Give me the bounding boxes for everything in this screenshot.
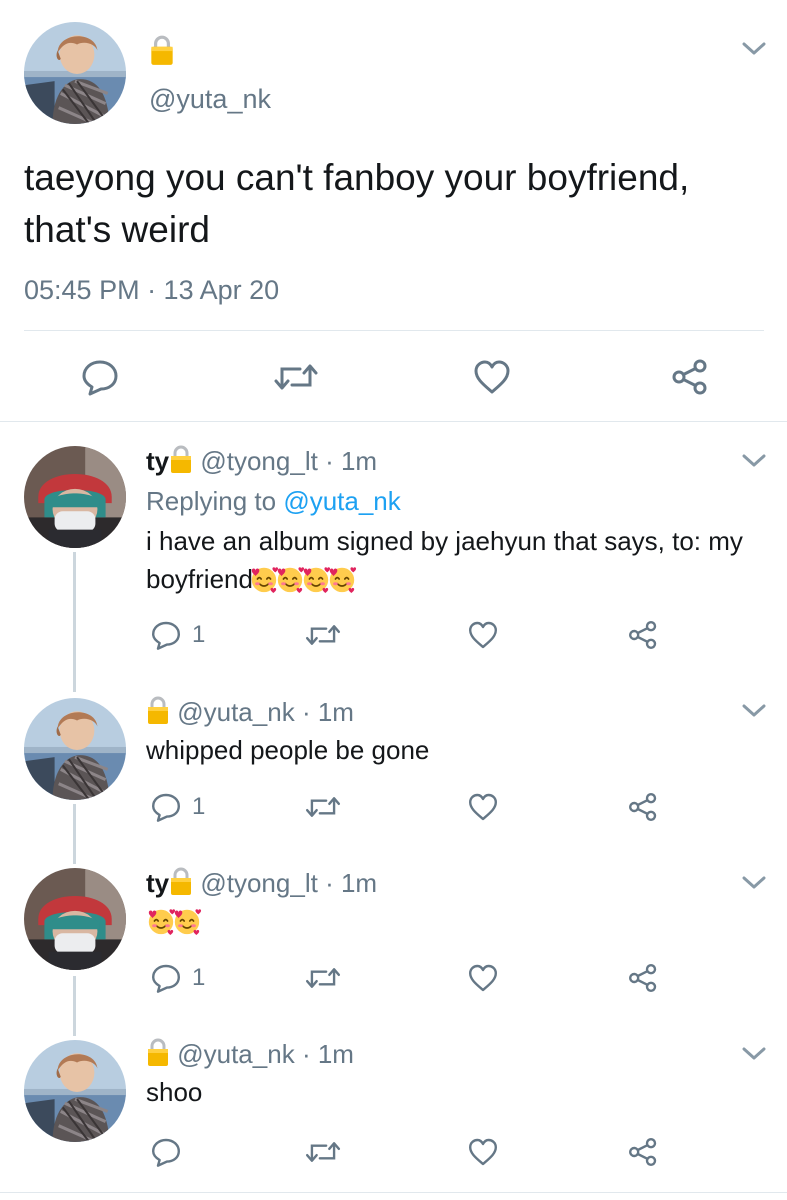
handle[interactable]: @yuta_nk (177, 1039, 294, 1069)
handle[interactable]: @tyong_lt (200, 446, 317, 476)
lock-icon (169, 866, 193, 896)
reply-action[interactable] (150, 1136, 192, 1168)
chevron-down-icon[interactable] (740, 38, 768, 58)
reply-header: ty @tyong_lt · 1m (146, 444, 377, 477)
thread-line (73, 804, 76, 864)
reply-time: 1m (317, 697, 354, 727)
reply-text: shoo (146, 1077, 203, 1107)
like-icon[interactable] (467, 619, 499, 651)
reply-avatar[interactable] (24, 868, 126, 970)
retweet-icon[interactable] (304, 962, 342, 994)
reply-action[interactable]: 1 (150, 619, 205, 651)
reply-time: 1m (340, 446, 378, 476)
reply-text (146, 902, 766, 940)
reply-avatar[interactable] (24, 446, 126, 548)
separator: · (301, 1039, 311, 1069)
reply-text: whipped people be gone (146, 735, 430, 765)
chevron-down-icon[interactable] (740, 1043, 768, 1063)
share-icon[interactable] (627, 1136, 659, 1168)
reply-time: 1m (317, 1039, 354, 1069)
reply-icon[interactable] (150, 619, 182, 651)
retweet-icon[interactable] (304, 619, 342, 651)
like-icon[interactable] (472, 357, 512, 397)
reply-time: 1m (340, 868, 378, 898)
main-avatar[interactable] (24, 22, 126, 124)
smiling-hearts-emoji-icon (327, 564, 357, 594)
handle[interactable]: @tyong_lt (200, 868, 317, 898)
retweet-icon[interactable] (304, 791, 342, 823)
replying-to: Replying to @yuta_nk (146, 482, 766, 520)
reply-avatar[interactable] (24, 1040, 126, 1142)
reply-count: 1 (192, 621, 206, 648)
reply-icon[interactable] (150, 1136, 182, 1168)
handle[interactable]: @yuta_nk (177, 697, 294, 727)
reply-header: ty @tyong_lt · 1m (146, 866, 377, 899)
retweet-icon[interactable] (272, 357, 320, 397)
thread-line (73, 552, 76, 692)
like-icon[interactable] (467, 791, 499, 823)
reply-header: @yuta_nk · 1m (146, 695, 354, 728)
main-timestamp[interactable]: 05:45 PM · 13 Apr 20 (24, 275, 279, 306)
separator: · (301, 697, 311, 727)
divider (24, 330, 764, 331)
reply-action[interactable]: 1 (150, 791, 205, 823)
separator: · (325, 446, 334, 476)
reply-action[interactable]: 1 (150, 962, 205, 994)
share-icon[interactable] (670, 357, 710, 397)
reply-avatar[interactable] (24, 698, 126, 800)
share-icon[interactable] (627, 791, 659, 823)
reply-icon[interactable] (150, 962, 182, 994)
reply-icon[interactable] (80, 357, 120, 397)
smiling-hearts-emoji-icon (172, 906, 202, 936)
reply-icon[interactable] (150, 791, 182, 823)
main-handle[interactable]: @yuta_nk (149, 84, 271, 115)
divider (0, 1192, 787, 1193)
chevron-down-icon[interactable] (740, 450, 768, 470)
chevron-down-icon[interactable] (740, 700, 768, 720)
like-icon[interactable] (467, 962, 499, 994)
like-icon[interactable] (467, 1136, 499, 1168)
main-tweet-text: taeyong you can't fanboy your boyfriend,… (24, 157, 690, 250)
thread-line (73, 976, 76, 1036)
display-name[interactable]: ty (146, 868, 169, 898)
lock-icon (149, 34, 175, 66)
lock-icon (146, 695, 170, 725)
share-icon[interactable] (627, 619, 659, 651)
lock-icon (169, 444, 193, 474)
reply-text-content: i have an album signed by jaehyun that s… (146, 526, 743, 594)
separator: · (325, 868, 334, 898)
reply-header: @yuta_nk · 1m (146, 1037, 354, 1070)
reply-text: i have an album signed by jaehyun that s… (146, 522, 766, 598)
share-icon[interactable] (627, 962, 659, 994)
reply-count: 1 (192, 964, 206, 991)
chevron-down-icon[interactable] (740, 872, 768, 892)
emoji-group (253, 564, 357, 594)
retweet-icon[interactable] (304, 1136, 342, 1168)
display-name[interactable]: ty (146, 446, 169, 476)
replying-prefix: Replying to (146, 486, 284, 516)
lock-icon (146, 1037, 170, 1067)
divider (0, 421, 787, 422)
replying-handle-link[interactable]: @yuta_nk (283, 486, 400, 516)
reply-count: 1 (192, 793, 206, 820)
